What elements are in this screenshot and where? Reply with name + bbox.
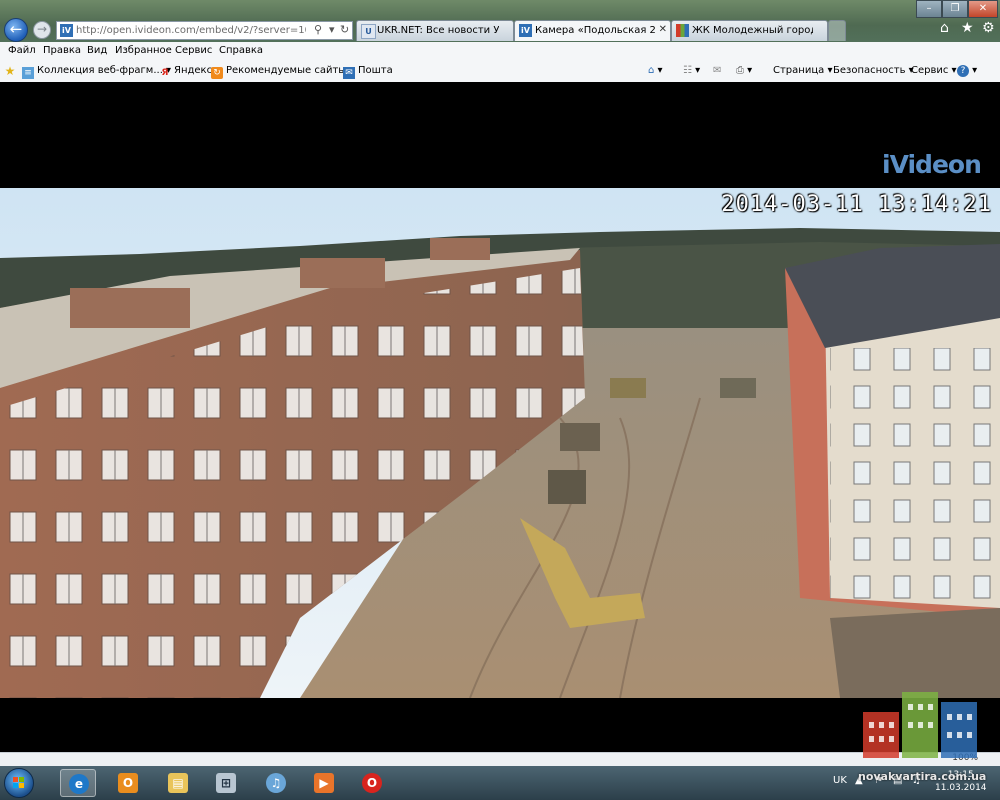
favorite-suggested-sites[interactable]: ↻Рекомендуемые сайты ▾	[211, 65, 354, 79]
tools-menu-label: Сервис	[911, 65, 949, 76]
forward-button[interactable]: →	[33, 21, 51, 39]
tab-label: Камера «Подольская 2 и 4...	[535, 25, 656, 36]
novakvartira-logo	[863, 692, 977, 758]
minimize-button[interactable]: –	[916, 0, 942, 18]
taskbar-internet-explorer[interactable]: e	[60, 769, 96, 797]
site-watermark-text: novakvartira.com.ua	[858, 770, 987, 783]
address-url[interactable]: http://open.ivideon.com/embed/v2/?server…	[76, 25, 306, 36]
page-content: iVideon 2014-03-11 13:14:21	[0, 82, 1000, 752]
close-window-button[interactable]: ✕	[968, 0, 998, 18]
clock-date: 11.03.2014	[935, 783, 987, 793]
start-button[interactable]	[4, 768, 34, 798]
back-button[interactable]: ←	[4, 18, 28, 42]
status-bar: 100%	[0, 752, 1000, 767]
site-icon	[676, 24, 689, 37]
feeds-command[interactable]: ☷ ▾	[683, 65, 700, 76]
favorites-bar: ★ ≡ Коллекция веб-фрагм... ▾ Я Яндекс ↻ Рек…	[0, 62, 1000, 83]
help-menu[interactable]: ? ▾	[957, 65, 977, 77]
media-player-icon: ▶	[314, 773, 334, 793]
gear-icon[interactable]: ⚙	[982, 20, 995, 36]
menu-tools[interactable]: Сервис	[175, 45, 212, 56]
home-icon[interactable]: ⌂	[940, 20, 949, 36]
language-indicator[interactable]: UK	[833, 775, 847, 786]
tab-ivideon-camera[interactable]: iV Камера «Подольская 2 и 4... ✕	[514, 20, 671, 41]
ivideon-logo: iVideon	[882, 150, 982, 179]
star-icon[interactable]: ★	[961, 20, 974, 36]
camera-video[interactable]: 2014-03-11 13:14:21	[0, 188, 1000, 698]
help-icon: ?	[957, 65, 969, 77]
favorite-mail[interactable]: ✉ Пошта	[343, 65, 393, 79]
outlook-icon: O	[118, 773, 138, 793]
favorite-label: Рекомендуемые сайты	[226, 65, 347, 76]
minimize-icon: –	[926, 3, 932, 14]
tab-label: UKR.NET: Все новости Украин...	[377, 25, 499, 36]
page-menu-label: Страница	[773, 65, 825, 76]
tab-ukr-net[interactable]: U UKR.NET: Все новости Украин...	[356, 20, 514, 41]
search-icon[interactable]: ⚲	[314, 23, 322, 36]
favorites-star-icon[interactable]: ★	[4, 65, 19, 77]
taskbar-calculator[interactable]: ⊞	[208, 769, 244, 797]
file-explorer-icon: ▤	[168, 773, 188, 793]
windows-logo-icon	[13, 777, 25, 789]
page-menu[interactable]: Страница ▾	[773, 65, 832, 76]
browser-titlebar: ← → iV http://open.ivideon.com/embed/v2/…	[0, 0, 1000, 42]
internet-explorer-icon: e	[69, 774, 89, 794]
favorite-label: Коллекция веб-фрагм...	[37, 65, 163, 76]
dropdown-icon[interactable]: ▾	[329, 23, 335, 36]
tab-zhk-molodezhny[interactable]: ЖК Молодежный городок, К...	[671, 20, 828, 41]
windows-taskbar: e O ▤ ⊞ ♫ ▶ O UK ▲ ⚑ ▤ ♫ 13:15 11.03.201…	[0, 766, 1000, 800]
menu-favorites[interactable]: Избранное	[115, 45, 172, 56]
menu-view[interactable]: Вид	[87, 45, 107, 56]
construction-site-view	[0, 188, 1000, 698]
read-mail-command[interactable]: ✉	[713, 65, 721, 76]
home-icon: ⌂	[648, 65, 655, 76]
rss-icon: ☷	[683, 65, 692, 76]
taskbar-sound[interactable]: ♫	[258, 769, 294, 797]
close-icon: ✕	[978, 3, 988, 14]
opera-icon: O	[362, 773, 382, 793]
camera-timestamp: 2014-03-11 13:14:21	[721, 192, 992, 217]
new-tab-button[interactable]	[828, 20, 846, 41]
home-command[interactable]: ⌂ ▾	[648, 65, 663, 76]
safety-menu[interactable]: Безопасность ▾	[833, 65, 914, 76]
favorite-label: Пошта	[358, 65, 393, 76]
printer-icon: ⎙	[736, 65, 744, 76]
suggested-sites-icon: ↻	[211, 67, 223, 79]
refresh-icon[interactable]: ↻	[340, 23, 349, 36]
address-bar[interactable]: iV http://open.ivideon.com/embed/v2/?ser…	[56, 21, 353, 40]
calculator-icon: ⊞	[216, 773, 236, 793]
menu-help[interactable]: Справка	[219, 45, 263, 56]
tools-menu[interactable]: Сервис ▾	[911, 65, 957, 76]
maximize-button[interactable]: ❐	[942, 0, 968, 18]
yandex-icon: Я	[161, 68, 169, 78]
print-command[interactable]: ⎙ ▾	[736, 65, 752, 76]
menu-file[interactable]: Файл	[8, 45, 36, 56]
taskbar-file-explorer[interactable]: ▤	[160, 769, 196, 797]
ukr-net-icon: U	[361, 24, 376, 39]
tab-label: ЖК Молодежный городок, К...	[692, 25, 813, 36]
safety-menu-label: Безопасность	[833, 65, 906, 76]
taskbar-media-player[interactable]: ▶	[306, 769, 342, 797]
taskbar-opera[interactable]: O	[354, 769, 390, 797]
mail-icon: ✉	[713, 65, 722, 76]
web-slice-icon: ≡	[22, 67, 34, 79]
arrow-right-icon: →	[36, 22, 48, 36]
menu-bar: Файл Правка Вид Избранное Сервис Справка	[0, 42, 1000, 63]
close-tab-icon[interactable]: ✕	[659, 24, 667, 35]
restore-icon: ❐	[950, 3, 960, 14]
arrow-left-icon: ←	[9, 20, 23, 38]
menu-edit[interactable]: Правка	[43, 45, 81, 56]
favorite-web-slices[interactable]: ≡ Коллекция веб-фрагм... ▾	[22, 65, 171, 79]
ivideon-favicon: iV	[60, 24, 73, 37]
favorite-label: Яндекс	[174, 65, 213, 76]
favorite-yandex[interactable]: Я Яндекс	[159, 65, 213, 79]
mail-icon: ✉	[343, 67, 355, 79]
sound-icon: ♫	[266, 773, 286, 793]
taskbar-outlook[interactable]: O	[110, 769, 146, 797]
ivideon-icon: iV	[519, 24, 532, 37]
